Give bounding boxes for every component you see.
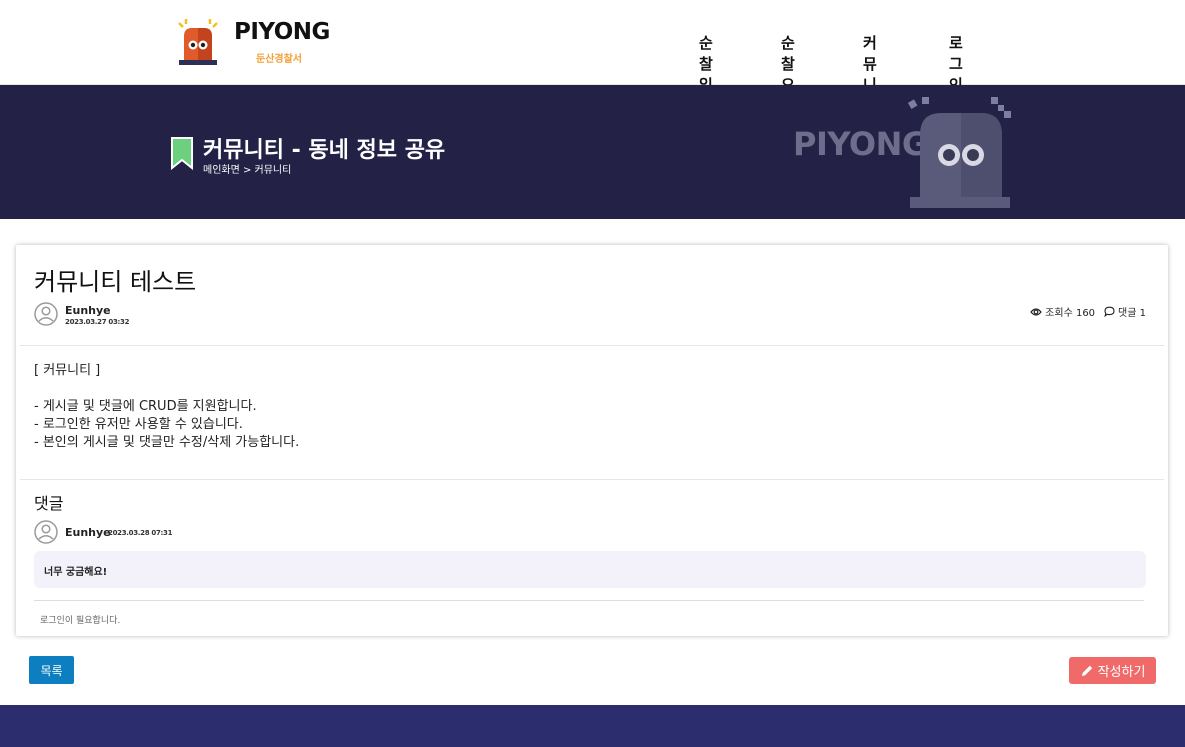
- content-line: - 게시글 및 댓글에 CRUD를 지원합니다.: [34, 399, 257, 414]
- login-required-note: 로그인이 필요합니다.: [40, 616, 121, 626]
- bookmark-icon: [171, 137, 193, 170]
- post-date: 2023.03.27 03:32: [65, 318, 130, 326]
- list-button[interactable]: 목록: [29, 656, 74, 684]
- comment-item: 너무 궁금해요!: [34, 551, 1146, 588]
- views-stat: 조회수 160: [1030, 304, 1095, 319]
- siren-illustration-icon: [907, 97, 1011, 208]
- content-line: - 본인의 게시글 및 댓글만 수정/삭제 가능합니다.: [34, 435, 300, 450]
- commenter-avatar-icon: [34, 520, 58, 544]
- page-title: 커뮤니티 - 동네 정보 공유: [203, 138, 446, 163]
- write-button-label: 작성하기: [1097, 664, 1146, 679]
- pencil-icon: [1081, 665, 1092, 676]
- site-footer: [0, 705, 1185, 747]
- comment-date: 2023.03.28 07:31: [108, 529, 173, 537]
- user-avatar-icon: [34, 302, 58, 326]
- content-line: - 로그인한 유저만 사용할 수 있습니다.: [34, 417, 243, 432]
- top-navigation-bar: PIYONG 둔산경찰서 순찰일지 순찰요청 커뮤니티 로그인: [0, 0, 1185, 115]
- write-button[interactable]: 작성하기: [1069, 657, 1156, 684]
- post-card: 커뮤니티 테스트 Eunhye 2023.03.27 03:32 조회수 160…: [16, 245, 1168, 636]
- comments-heading: 댓글: [34, 494, 64, 513]
- content-line: [ 커뮤니티 ]: [34, 363, 101, 378]
- post-stats: 조회수 160 댓글 1: [1021, 304, 1146, 319]
- post-title: 커뮤니티 테스트: [34, 268, 197, 296]
- comments-divider: [20, 479, 1164, 480]
- siren-logo-icon: [178, 19, 218, 65]
- comments-count: 댓글 1: [1118, 308, 1146, 319]
- comments-stat: 댓글 1: [1104, 304, 1146, 319]
- comment-text: 너무 궁금해요!: [44, 567, 108, 578]
- content-line: [34, 380, 299, 398]
- comment-bubble-icon: [1104, 306, 1115, 317]
- post-content: [ 커뮤니티 ] - 게시글 및 댓글에 CRUD를 지원합니다. - 로그인한…: [34, 362, 299, 452]
- eye-icon: [1030, 307, 1042, 316]
- hero-banner: 커뮤니티 - 동네 정보 공유 메인화면 > 커뮤니티 PIYONG: [0, 85, 1185, 219]
- views-count: 조회수 160: [1045, 308, 1096, 319]
- content-divider: [20, 345, 1164, 346]
- logo-subtitle: 둔산경찰서: [256, 54, 302, 65]
- post-author: Eunhye: [65, 304, 111, 317]
- breadcrumb: 메인화면 > 커뮤니티: [203, 165, 292, 176]
- site-logo[interactable]: PIYONG 둔산경찰서: [176, 16, 346, 68]
- comment-form-divider: [34, 600, 1144, 601]
- comment-author: Eunhye: [65, 526, 111, 539]
- logo-text: PIYONG: [234, 19, 330, 45]
